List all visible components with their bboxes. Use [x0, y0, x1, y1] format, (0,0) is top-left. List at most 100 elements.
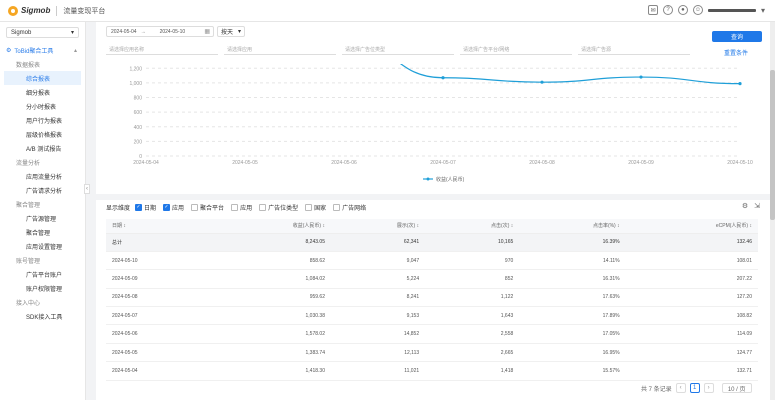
checkbox-icon [231, 204, 239, 211]
column-header[interactable]: 日期 ↕ [106, 219, 210, 234]
summary-row: 总计 8,243.05 62,341 10,165 16.39% 132.46 [106, 233, 758, 252]
user-name-redacted[interactable] [707, 8, 756, 12]
sidebar-item[interactable]: 应用流量分析 [0, 169, 85, 183]
mail-icon[interactable]: ✉ [647, 5, 658, 15]
column-header[interactable]: 收益(人民币) ↕ [209, 219, 331, 234]
app-name-select[interactable]: 请选择应用名称 [106, 44, 218, 55]
top-bar: Sigmob 流量变现平台 ✉ ? ● ☺ ▾ [0, 0, 775, 22]
granularity-value: 按天 [221, 30, 234, 36]
table-cell: 2024-05-04 [106, 361, 210, 381]
table-row: 2024-05-06 1,578.02 14,852 2,558 17.05% 114.0… [106, 324, 758, 344]
avatar[interactable]: ☺ [692, 5, 703, 15]
chevron-up-icon: ▴ [73, 47, 77, 54]
column-header[interactable]: 展示(次) ↕ [330, 219, 426, 234]
page-size-select[interactable]: 10 / 页 [721, 383, 752, 393]
sidebar-item[interactable]: 层级价格报表 [0, 127, 85, 141]
page-1-button[interactable]: 1 [689, 383, 700, 393]
ad-network-placeholder: 请选择广告平台/网络 [463, 46, 510, 53]
table-cell: 10,165 [425, 233, 520, 252]
sidebar-item[interactable]: 细分报表 [0, 85, 85, 99]
top-actions: ✉ ? ● ☺ ▾ [647, 5, 765, 15]
dimension-label: 聚合平台 [200, 206, 225, 212]
sigmob-logo-icon [8, 5, 18, 16]
dimension-checkbox[interactable]: ✓ 应用 [163, 203, 184, 212]
table-cell: 2024-05-09 [106, 269, 210, 289]
dimension-checkbox[interactable]: 国家 [305, 203, 326, 212]
dimension-label: 应用 [240, 206, 253, 212]
app-name-placeholder: 请选择应用名称 [109, 46, 145, 53]
sidebar-group-tobid[interactable]: ⚙ ToBid聚合工具 ▴ [0, 43, 85, 57]
table-cell: 16.31% [519, 269, 626, 289]
table-cell: 17.63% [519, 288, 626, 308]
start-date: 2024-05-04 [111, 28, 137, 35]
column-header[interactable]: 点击率(%) ↕ [519, 219, 626, 234]
dimension-checkbox[interactable]: ✓ 日期 [135, 203, 156, 212]
reset-filters-link[interactable]: 重置条件 [724, 48, 748, 57]
table-cell: 1,122 [425, 288, 520, 308]
column-header[interactable]: 点击(次) ↕ [425, 219, 520, 234]
sidebar-item[interactable]: 聚合管理 [0, 225, 85, 239]
dimension-checkbox[interactable]: 广告位类型 [259, 203, 298, 212]
sidebar-item[interactable]: 广告平台账户 [0, 267, 85, 281]
table-row: 2024-05-10 858.62 9,047 970 14.11% 108.01 [106, 251, 758, 271]
table-cell: 1,084.02 [209, 269, 331, 289]
granularity-select[interactable]: 按天 ▾ [217, 26, 245, 37]
export-icon[interactable]: ⇲ [754, 202, 760, 210]
checkbox-icon [333, 204, 341, 211]
table-cell: 17.89% [519, 306, 626, 326]
table-header-row: 日期 ↕ 收益(人民币) ↕ 展示(次) ↕ 点击(次) ↕ 点击率(%) ↕ eCPM(… [106, 219, 758, 234]
x-tick-label: 2024-05-05 [232, 160, 258, 166]
table-cell: 2024-05-07 [106, 306, 210, 326]
checkbox-icon [305, 204, 313, 211]
table-cell: 8,241 [330, 288, 426, 308]
sidebar-item[interactable]: 分小时报表 [0, 99, 85, 113]
end-date: 2024-05-10 [159, 28, 186, 35]
table-cell: 5,224 [330, 269, 426, 289]
sidebar-item[interactable]: 用户行为报表 [0, 113, 85, 127]
table-cell: 1,418 [425, 361, 520, 381]
table-cell: 1,418.30 [209, 361, 331, 381]
ad-type-placeholder: 请选择广告位类型 [345, 46, 386, 53]
ad-network-select[interactable]: 请选择广告平台/网络 [460, 44, 572, 55]
sidebar-item[interactable]: 账户权限管理 [0, 281, 85, 295]
table-body: 总计 8,243.05 62,341 10,165 16.39% 132.46 2024-0… [106, 233, 758, 381]
table-cell: 9,047 [330, 251, 426, 271]
date-range-picker[interactable]: 2024-05-04 → 2024-05-10 ▦ [106, 26, 214, 37]
sidebar-item[interactable]: SDK接入工具 [0, 309, 85, 323]
query-button[interactable]: 查询 [712, 31, 762, 42]
dimension-checkbox[interactable]: 聚合平台 [191, 203, 224, 212]
table-cell: 2024-05-08 [106, 288, 210, 308]
help-icon[interactable]: ? [662, 5, 673, 15]
app-select[interactable]: 请选择应用 [224, 44, 336, 55]
sidebar-sections: 数据报表 综合报表 细分报表 分小时报表 用户行为报表 层级价格报表 A/B 测试报告 流量分… [0, 57, 85, 323]
sidebar-item[interactable]: A/B 测试报告 [0, 141, 85, 155]
scrollbar-thumb[interactable] [770, 70, 775, 220]
ad-type-select[interactable]: 请选择广告位类型 [342, 44, 454, 55]
table-cell: 1,030.38 [209, 306, 331, 326]
sidebar-item[interactable]: 广告请求分析 [0, 183, 85, 197]
table-row: 2024-05-07 1,030.38 9,153 1,643 17.89% 108.82 [106, 306, 758, 326]
notification-icon[interactable]: ● [677, 5, 688, 15]
data-point [540, 80, 544, 84]
account-select[interactable]: Sigmob ▾ [6, 27, 79, 38]
sidebar-item[interactable]: 应用设置管理 [0, 239, 85, 253]
dimension-checkbox[interactable]: 广告网络 [333, 203, 366, 212]
table-cell: 9,153 [330, 306, 426, 326]
dimension-checkbox[interactable]: 应用 [231, 203, 252, 212]
next-page-button[interactable]: › [703, 383, 714, 393]
settings-icon[interactable]: ⚙ [742, 202, 748, 210]
sidebar-item[interactable]: 综合报表 [4, 71, 81, 85]
chevron-down-icon[interactable]: ▾ [761, 6, 765, 15]
x-tick-label: 2024-05-07 [430, 160, 456, 166]
y-tick-label: 1,200 [129, 66, 142, 72]
column-header[interactable]: eCPM(人民币) ↕ [625, 219, 758, 234]
y-tick-label: 800 [134, 96, 143, 102]
ad-source-select[interactable]: 请选择广告源 [578, 44, 690, 55]
table-cell: 62,341 [330, 233, 426, 252]
sidebar-collapse-button[interactable]: ‹ [84, 184, 90, 194]
dimension-label: 广告位类型 [268, 206, 299, 212]
sidebar-item[interactable]: 广告源管理 [0, 211, 85, 225]
data-table: 日期 ↕ 收益(人民币) ↕ 展示(次) ↕ 点击(次) ↕ 点击率(%) ↕ eCPM(… [106, 219, 758, 381]
table-cell: 14.11% [519, 251, 626, 271]
prev-page-button[interactable]: ‹ [675, 383, 686, 393]
